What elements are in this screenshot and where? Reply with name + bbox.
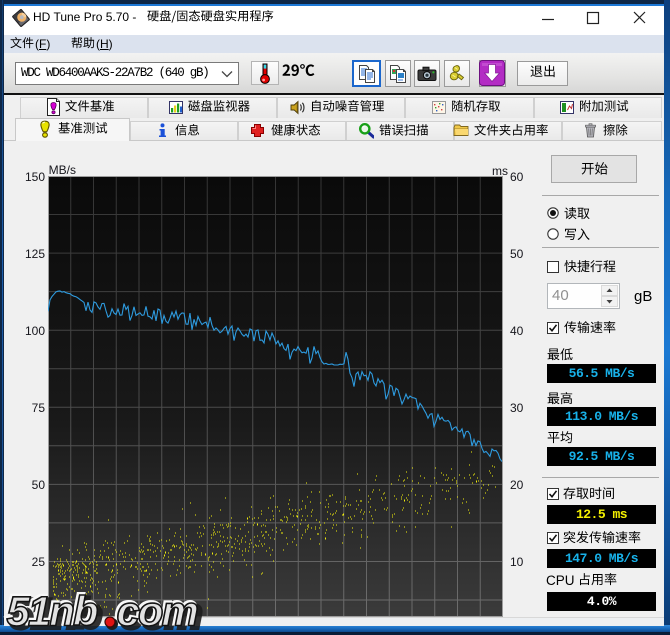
svg-text:com: com: [117, 588, 198, 634]
svg-text:51nb: 51nb: [7, 588, 98, 634]
